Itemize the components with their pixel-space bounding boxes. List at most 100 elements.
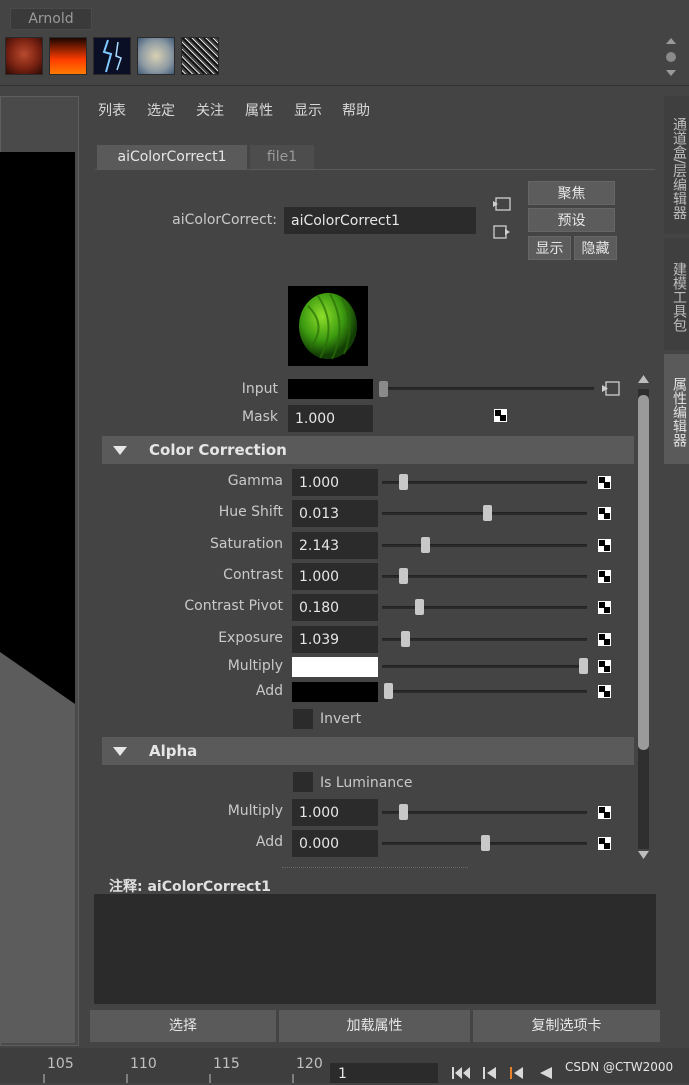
tab-aicolorcorrect1[interactable]: aiColorCorrect1: [97, 145, 247, 169]
section-alpha[interactable]: Alpha: [102, 737, 634, 765]
attr-map-button[interactable]: [598, 569, 611, 583]
go-to-start-icon[interactable]: [451, 1065, 472, 1081]
lightning-icon[interactable]: [93, 37, 131, 75]
attr-slider-handle[interactable]: [480, 835, 490, 851]
attr-value-field[interactable]: 0.013: [292, 500, 378, 528]
viewport-scene: [0, 152, 75, 704]
attr-value-field[interactable]: 1.000: [292, 469, 378, 496]
attribute-editor-scrollbar[interactable]: [637, 375, 650, 860]
attr-value-field[interactable]: 1.039: [292, 625, 378, 653]
input-connect-icon[interactable]: [601, 380, 621, 397]
attr-slider-handle[interactable]: [421, 536, 431, 553]
attr-map-button[interactable]: [598, 507, 611, 521]
input-color-swatch[interactable]: [288, 379, 373, 399]
attr-map-button[interactable]: [598, 538, 611, 552]
attr-slider-handle[interactable]: [482, 505, 492, 522]
step-back-frame-icon[interactable]: [508, 1065, 526, 1081]
is-luminance-checkbox[interactable]: [293, 772, 313, 792]
presets-button[interactable]: 预设: [528, 208, 615, 232]
attr-label: Gamma: [227, 473, 283, 489]
menu-focus[interactable]: 关注: [196, 100, 224, 120]
mask-map-button[interactable]: [494, 409, 507, 422]
copy-tab-button[interactable]: 复制选项卡: [473, 1010, 660, 1042]
attr-slider-handle[interactable]: [414, 599, 424, 616]
hide-button[interactable]: 隐藏: [574, 236, 617, 260]
timeline-tick: 115: [213, 1056, 240, 1072]
multiply-color-swatch[interactable]: [292, 657, 378, 677]
cloud-icon[interactable]: [137, 37, 175, 75]
side-tab-attribute-editor[interactable]: 属性编辑器: [664, 354, 689, 464]
add-map-button[interactable]: [598, 685, 611, 698]
input-label: Input: [241, 381, 278, 397]
attr-value-field[interactable]: 0.000: [292, 830, 378, 857]
output-connection-icon[interactable]: [492, 224, 512, 240]
show-button[interactable]: 显示: [528, 236, 571, 260]
mask-field[interactable]: 1.000: [288, 405, 373, 432]
attr-value-field[interactable]: 1.000: [292, 562, 378, 590]
attr-label: Saturation: [210, 535, 283, 552]
node-name-label: aiColorCorrect:: [172, 212, 277, 228]
attr-label: Contrast Pivot: [184, 598, 283, 615]
timeline-tick: 120: [296, 1056, 323, 1072]
attr-slider-handle[interactable]: [400, 630, 410, 647]
menu-attributes[interactable]: 属性: [245, 100, 273, 120]
attr-slider-handle[interactable]: [398, 567, 408, 584]
node-name-field[interactable]: aiColorCorrect1: [284, 207, 476, 234]
add-slider-track[interactable]: [388, 690, 587, 693]
play-backward-icon[interactable]: [536, 1065, 554, 1081]
attr-slider-handle[interactable]: [398, 804, 408, 820]
attr-slider-track[interactable]: [382, 481, 587, 484]
attr-value-field[interactable]: 1.000: [292, 799, 378, 826]
tab-file1[interactable]: file1: [250, 145, 314, 169]
tab-divider: [95, 169, 655, 170]
attr-map-button[interactable]: [598, 806, 611, 819]
attr-map-button[interactable]: [598, 601, 611, 615]
input-slider-track[interactable]: [382, 387, 594, 390]
input-connection-icon[interactable]: [492, 196, 512, 212]
timeline-tick: 105: [47, 1056, 74, 1072]
splitter-handle[interactable]: [282, 867, 468, 868]
attr-map-button[interactable]: [598, 632, 611, 646]
focus-button[interactable]: 聚焦: [528, 181, 615, 205]
load-attributes-button[interactable]: 加载属性: [279, 1010, 470, 1042]
section-color-correction[interactable]: Color Correction: [102, 436, 634, 464]
attr-slider-track[interactable]: [382, 637, 587, 641]
select-button[interactable]: 选择: [90, 1010, 276, 1042]
attr-value-field[interactable]: 0.180: [292, 594, 378, 622]
collapse-arrow-icon[interactable]: [113, 747, 127, 756]
multiply-map-button[interactable]: [598, 660, 611, 673]
attr-value-field[interactable]: 2.143: [292, 531, 378, 559]
attr-map-button[interactable]: [598, 837, 611, 850]
shelf-scroll[interactable]: [663, 36, 679, 78]
attr-slider-track[interactable]: [382, 606, 587, 610]
notes-textarea[interactable]: [94, 894, 656, 1004]
attr-label: Multiply: [227, 803, 283, 819]
add-color-swatch[interactable]: [292, 682, 378, 702]
attr-slider-track[interactable]: [382, 811, 587, 814]
texture-icon[interactable]: [5, 37, 43, 75]
multiply-slider-handle[interactable]: [579, 658, 588, 674]
noise-icon[interactable]: [181, 37, 219, 75]
attr-slider-track[interactable]: [382, 574, 587, 578]
side-tab-channel-box[interactable]: 通道盒/层编辑器: [664, 96, 689, 234]
side-tab-modeling-toolkit[interactable]: 建模工具包: [664, 238, 689, 350]
menu-help[interactable]: 帮助: [342, 100, 370, 120]
collapse-arrow-icon[interactable]: [113, 446, 127, 455]
menu-list[interactable]: 列表: [98, 100, 126, 120]
timeline-tick: 110: [130, 1056, 157, 1072]
attr-slider-track[interactable]: [382, 543, 587, 547]
add-slider-handle[interactable]: [384, 683, 393, 699]
step-back-key-icon[interactable]: [481, 1065, 499, 1081]
multiply-slider-track[interactable]: [382, 665, 587, 668]
attr-slider-handle[interactable]: [398, 474, 408, 490]
attr-label: Hue Shift: [218, 504, 283, 521]
current-frame-field[interactable]: 1: [330, 1063, 438, 1083]
shelf-tab-arnold[interactable]: Arnold: [10, 8, 92, 30]
input-slider-handle[interactable]: [379, 381, 388, 397]
add-label: Add: [255, 683, 283, 699]
fire-icon[interactable]: [49, 37, 87, 75]
menu-show[interactable]: 显示: [294, 100, 322, 120]
attr-map-button[interactable]: [598, 476, 611, 489]
menu-selected[interactable]: 选定: [147, 100, 175, 120]
invert-checkbox[interactable]: [293, 709, 313, 729]
